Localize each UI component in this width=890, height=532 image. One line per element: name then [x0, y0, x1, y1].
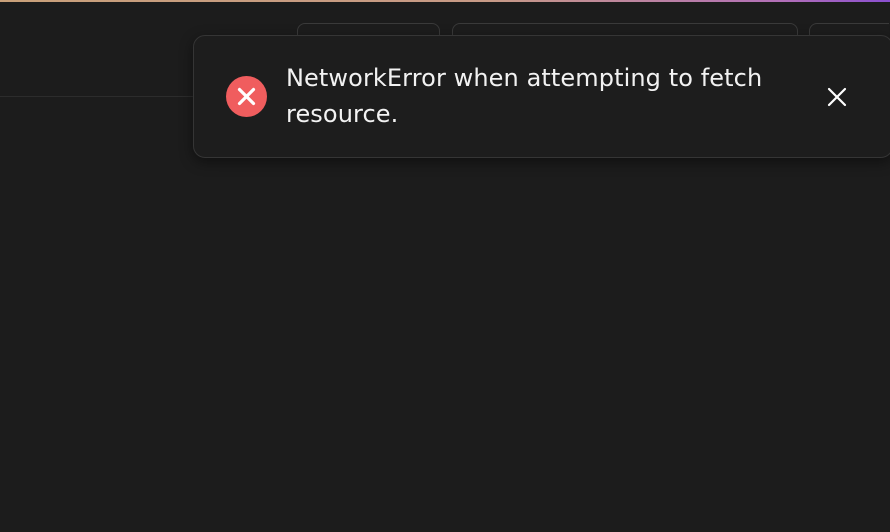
error-toast: NetworkError when attempting to fetch re…: [193, 35, 890, 158]
error-icon: [226, 76, 267, 117]
close-icon[interactable]: [824, 84, 850, 110]
app-window: NetworkError when attempting to fetch re…: [0, 0, 890, 532]
top-accent-bar: [0, 0, 890, 2]
toast-message: NetworkError when attempting to fetch re…: [286, 64, 763, 128]
header-divider: [0, 96, 200, 97]
